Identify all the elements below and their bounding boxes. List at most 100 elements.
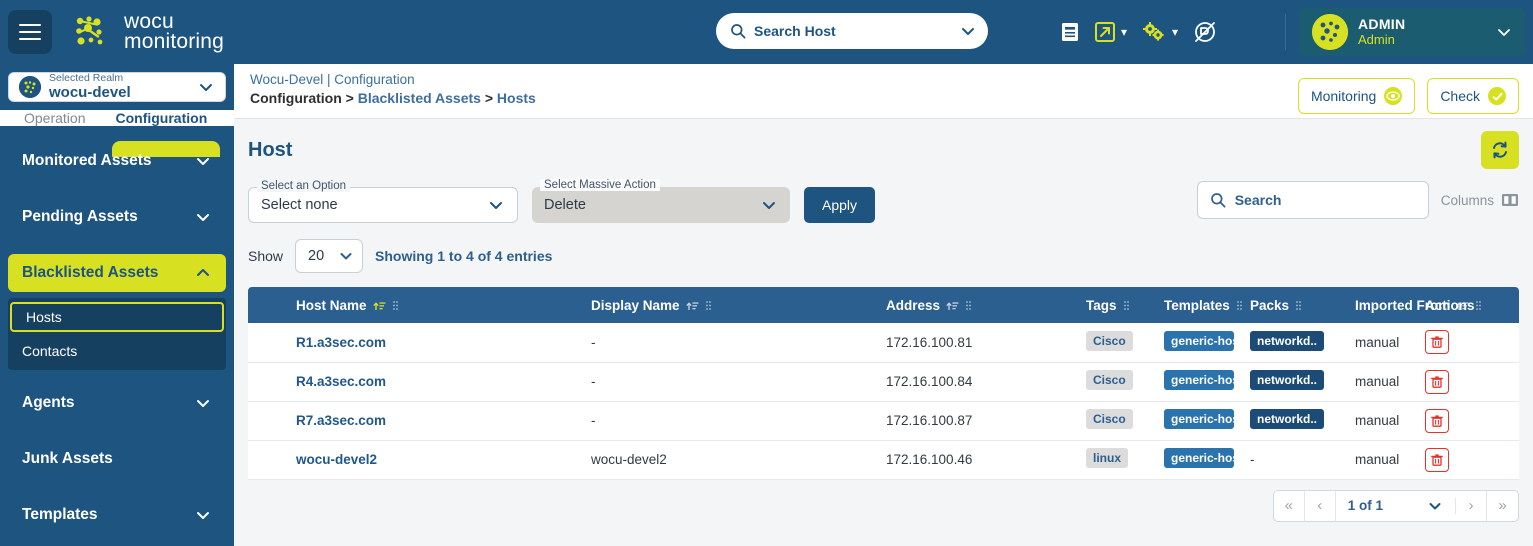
hosts-table: Host Name <box>248 287 1519 480</box>
host-link[interactable]: R4.a3sec.com <box>296 374 386 389</box>
host-link[interactable]: R7.a3sec.com <box>296 413 386 428</box>
delete-button[interactable] <box>1425 448 1449 472</box>
host-link[interactable]: R1.a3sec.com <box>296 335 386 350</box>
realm-icon <box>19 76 41 98</box>
tab-configuration[interactable]: Configuration <box>115 110 207 126</box>
sidebar-item-label: Templates <box>22 506 98 524</box>
cell-templates: generic-host <box>1156 323 1242 362</box>
pack-badge: networkd.. <box>1250 409 1324 429</box>
column-header-display-name[interactable]: Display Name <box>583 287 878 323</box>
tag-badge: linux <box>1086 448 1128 468</box>
page-size-select[interactable]: 20 <box>295 239 363 273</box>
sidebar-item-junk-assets[interactable]: Junk Assets <box>8 440 226 478</box>
table-row[interactable]: R4.a3sec.com - 172.16.100.84 Cisco gener… <box>248 362 1519 401</box>
cell-templates: generic-host <box>1156 401 1242 440</box>
column-resize-handle[interactable] <box>1295 300 1302 311</box>
column-label: Address <box>886 298 940 313</box>
cell-templates: generic-host <box>1156 362 1242 401</box>
table-header-spacer <box>248 287 288 323</box>
column-resize-handle[interactable] <box>1475 300 1482 311</box>
breadcrumb-root[interactable]: Configuration <box>250 90 342 106</box>
sidebar-item-pending-assets[interactable]: Pending Assets <box>8 198 226 236</box>
apply-button[interactable]: Apply <box>804 187 875 223</box>
sidebar-subitem-label: Hosts <box>26 309 62 325</box>
chevron-down-icon[interactable] <box>194 208 212 226</box>
global-search-box[interactable]: Search Host <box>716 13 988 49</box>
realm-selector[interactable]: Selected Realm wocu-devel <box>8 72 226 102</box>
chevron-down-icon[interactable]: ▾ <box>1121 25 1127 39</box>
chevron-down-icon[interactable] <box>960 23 976 39</box>
chevron-down-icon[interactable] <box>194 394 212 412</box>
chevron-up-icon[interactable] <box>194 264 212 282</box>
chevron-down-icon[interactable] <box>760 196 778 214</box>
report-icon[interactable] <box>1060 21 1080 43</box>
refresh-button[interactable] <box>1481 131 1519 169</box>
external-link-icon[interactable]: ▾ <box>1094 21 1127 43</box>
sort-icon[interactable] <box>686 299 699 312</box>
breadcrumb-mid[interactable]: Blacklisted Assets <box>358 90 481 106</box>
breadcrumb-leaf[interactable]: Hosts <box>497 90 536 106</box>
column-resize-handle[interactable] <box>965 300 972 311</box>
sort-icon[interactable] <box>946 299 959 312</box>
column-resize-handle[interactable] <box>392 300 399 311</box>
delete-button[interactable] <box>1425 409 1449 433</box>
user-menu[interactable]: ADMIN Admin <box>1300 8 1525 56</box>
host-link[interactable]: wocu-devel2 <box>296 452 377 467</box>
table-row[interactable]: wocu-devel2 wocu-devel2 172.16.100.46 li… <box>248 440 1519 479</box>
select-massive-action-dropdown[interactable]: Select Massive Action Delete <box>532 187 790 223</box>
column-header-tags[interactable]: Tags <box>1078 287 1156 323</box>
delete-button[interactable] <box>1425 330 1449 354</box>
chevron-down-icon[interactable] <box>338 248 354 264</box>
cell-packs: networkd.. <box>1242 401 1347 440</box>
select-massive-action-value: Delete <box>544 197 760 213</box>
page-body: Selected Realm wocu-devel Operation Conf… <box>0 64 1533 546</box>
prev-page-button[interactable]: ‹ <box>1305 491 1336 521</box>
column-resize-handle[interactable] <box>1123 300 1130 311</box>
chevron-down-icon[interactable]: ▾ <box>1172 25 1178 39</box>
cell-host-name: R1.a3sec.com <box>288 323 583 362</box>
page-indicator: 1 of 1 <box>1348 498 1383 513</box>
chevron-down-icon[interactable] <box>1427 498 1443 514</box>
chevron-down-icon[interactable] <box>194 152 212 170</box>
table-search-input[interactable]: Search <box>1197 181 1429 219</box>
sort-icon[interactable] <box>373 299 386 312</box>
sidebar-item-agents[interactable]: Agents <box>8 384 226 422</box>
sidebar-item-blacklisted-assets[interactable]: Blacklisted Assets <box>8 254 226 292</box>
check-button[interactable]: Check <box>1427 78 1519 114</box>
mute-notifications-icon[interactable] <box>1192 20 1218 44</box>
sidebar-item-templates[interactable]: Templates <box>8 496 226 534</box>
cell-host-name: R4.a3sec.com <box>288 362 583 401</box>
first-page-button[interactable]: « <box>1274 491 1305 521</box>
sidebar-item-hosts[interactable]: Hosts <box>10 302 224 332</box>
column-header-templates[interactable]: Templates <box>1156 287 1242 323</box>
column-header-host-name[interactable]: Host Name <box>288 287 583 323</box>
table-row[interactable]: R1.a3sec.com - 172.16.100.81 Cisco gener… <box>248 323 1519 362</box>
tab-operation[interactable]: Operation <box>24 110 85 126</box>
column-header-imported-from[interactable]: Imported From <box>1347 287 1417 323</box>
column-resize-handle[interactable] <box>705 300 712 311</box>
chevron-down-icon[interactable] <box>487 196 505 214</box>
column-header-packs[interactable]: Packs <box>1242 287 1347 323</box>
settings-gears-icon[interactable]: ▾ <box>1141 21 1178 43</box>
column-header-address[interactable]: Address <box>878 287 1078 323</box>
last-page-button[interactable]: » <box>1487 491 1518 521</box>
page-select[interactable]: 1 of 1 <box>1336 498 1456 514</box>
chevron-down-icon[interactable] <box>197 78 215 96</box>
show-label: Show <box>248 248 283 264</box>
sidebar-item-monitored-assets[interactable]: Monitored Assets <box>8 142 226 180</box>
delete-button[interactable] <box>1425 370 1449 394</box>
sidebar-item-contacts[interactable]: Contacts <box>8 336 226 366</box>
monitoring-button[interactable]: Monitoring <box>1298 78 1415 114</box>
chevron-down-icon[interactable] <box>1495 23 1513 41</box>
select-option-dropdown[interactable]: Select an Option Select none <box>248 187 518 223</box>
table-row[interactable]: R7.a3sec.com - 172.16.100.87 Cisco gener… <box>248 401 1519 440</box>
column-resize-handle[interactable] <box>1236 300 1243 311</box>
content-panel: Host Select an Option Select none <box>234 119 1533 546</box>
chevron-down-icon[interactable] <box>194 506 212 524</box>
hamburger-icon[interactable] <box>8 10 52 54</box>
cell-packs: networkd.. <box>1242 362 1347 401</box>
next-page-button[interactable]: › <box>1456 491 1487 521</box>
cell-address: 172.16.100.84 <box>878 362 1078 401</box>
columns-button[interactable]: Columns <box>1441 192 1519 208</box>
user-identity: ADMIN Admin <box>1358 16 1485 47</box>
